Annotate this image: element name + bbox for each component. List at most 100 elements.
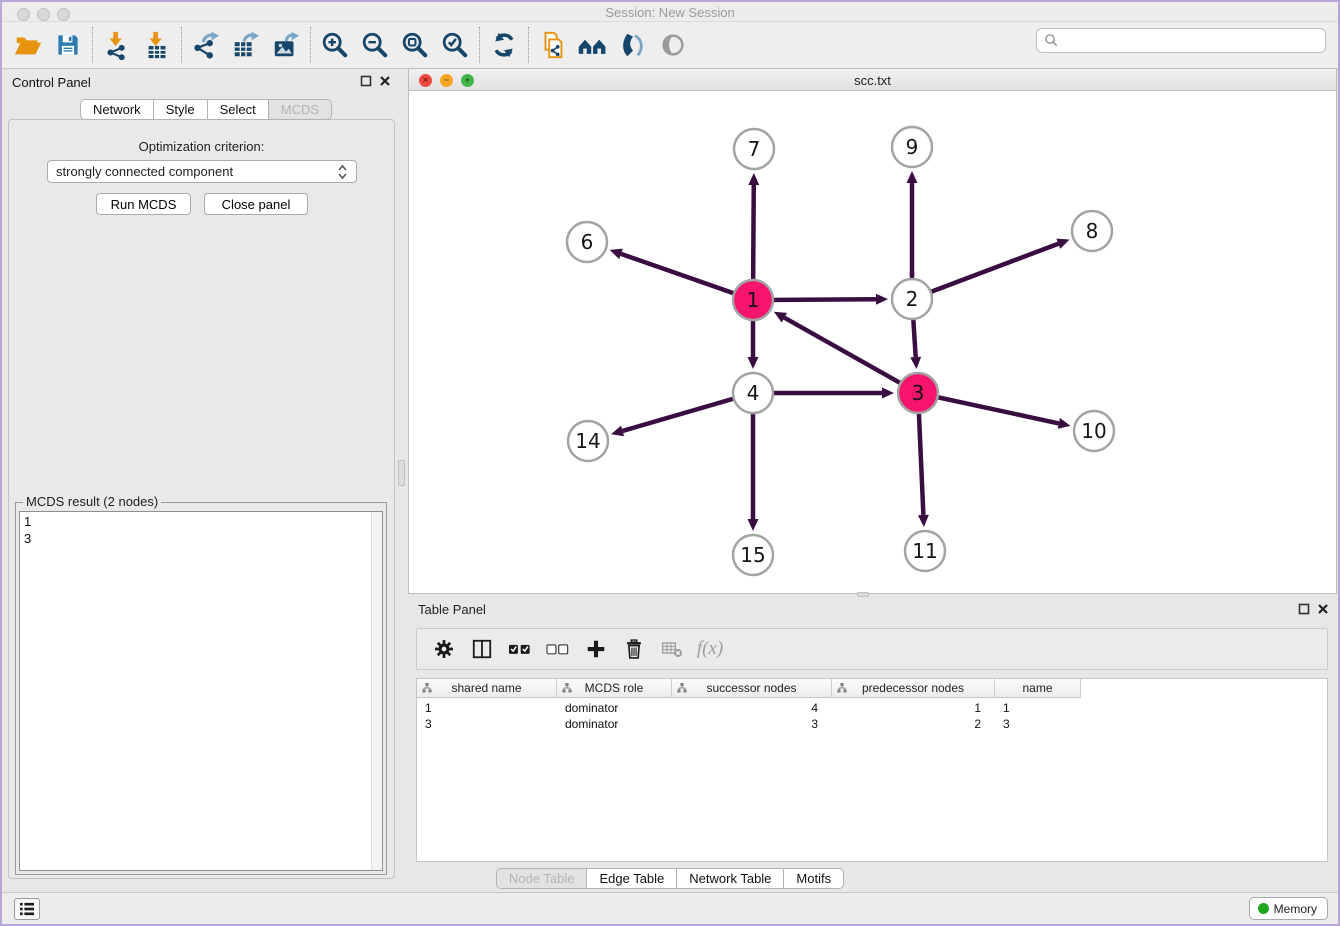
network-view-window: ✕ − + scc.txt 7968124314101511 [408,68,1337,594]
table-cell[interactable]: 3 [995,716,1081,732]
main-toolbar [2,22,1338,69]
toolbar-separator [310,27,311,63]
column-type-icon [422,683,432,693]
tab-motifs[interactable]: Motifs [784,868,844,889]
zoom-fit-icon[interactable] [395,27,435,63]
zoom-selected-icon[interactable] [435,27,475,63]
column-header-name[interactable]: name [995,679,1081,698]
tab-network-table[interactable]: Network Table [677,868,784,889]
toggle-column-pane-icon[interactable] [463,632,501,666]
export-image-icon[interactable] [266,27,306,63]
optimization-criterion-label: Optimization criterion: [8,139,395,154]
tab-style[interactable]: Style [154,99,208,120]
graph-node-label-15: 15 [740,543,765,567]
close-table-panel-icon[interactable] [1317,603,1329,615]
export-table-icon[interactable] [226,27,266,63]
tab-mcds[interactable]: MCDS [269,99,332,120]
clone-network-icon[interactable] [533,27,573,63]
task-history-button[interactable] [14,898,40,920]
criterion-dropdown[interactable]: strongly connected component [47,160,357,183]
table-cell[interactable]: 2 [832,716,995,732]
table-row[interactable]: 3dominator323 [417,716,1081,732]
table-cell[interactable]: 3 [417,716,557,732]
deselect-all-columns-icon[interactable] [539,632,577,666]
create-column-icon[interactable] [577,632,615,666]
graph-node-label-7: 7 [748,137,761,161]
control-panel-header: Control Panel [2,70,402,96]
table-cell[interactable]: dominator [557,716,672,732]
vertical-splitter-handle[interactable] [398,460,405,486]
table-cell[interactable]: 1 [832,700,995,716]
run-mcds-button[interactable]: Run MCDS [96,193,191,215]
dropdown-stepper-icon [337,164,348,180]
graph-edge-arrow [1056,239,1069,249]
table-row[interactable]: 1dominator411 [417,700,1081,716]
graph-edge-arrow [882,388,894,399]
apply-layout-icon[interactable] [484,27,524,63]
import-network-icon[interactable] [97,27,137,63]
toolbar-separator [92,27,93,63]
memory-button[interactable]: Memory [1249,897,1328,920]
column-header-predecessor-nodes[interactable]: predecessor nodes [832,679,995,698]
delete-column-icon[interactable] [615,632,653,666]
table-cell[interactable]: 1 [417,700,557,716]
table-panel-title: Table Panel [418,602,486,617]
graph-node-label-11: 11 [912,539,937,563]
export-network-icon[interactable] [186,27,226,63]
tab-node-table[interactable]: Node Table [496,868,588,889]
table-cell[interactable]: 1 [995,700,1081,716]
graph-node-label-8: 8 [1086,219,1099,243]
table-settings-gear-icon[interactable] [425,632,463,666]
tab-edge-table[interactable]: Edge Table [587,868,677,889]
table-cell[interactable]: 3 [672,716,832,732]
open-session-icon[interactable] [8,27,48,63]
select-all-columns-icon[interactable] [501,632,539,666]
list-icon [19,902,35,916]
network-graph[interactable]: 7968124314101511 [409,91,1336,593]
tab-select[interactable]: Select [208,99,269,120]
float-table-panel-icon[interactable] [1298,603,1310,615]
table-cell[interactable]: dominator [557,700,672,716]
search-field[interactable] [1036,28,1326,53]
tab-network[interactable]: Network [80,99,154,120]
table-panel-tabs: Node TableEdge TableNetwork TableMotifs [496,868,844,889]
memory-label: Memory [1274,902,1317,916]
search-input[interactable] [1064,34,1325,48]
column-header-successor-nodes[interactable]: successor nodes [672,679,832,698]
toolbar-separator [479,27,480,63]
window-title: Session: New Session [2,5,1338,20]
search-icon [1044,33,1059,48]
close-panel-button[interactable]: Close panel [204,193,308,215]
table-panel-tabs-row: Node TableEdge TableNetwork TableMotifs [2,868,1338,889]
graph-node-label-1: 1 [747,288,760,312]
toggle-styles-icon[interactable] [613,27,653,63]
column-type-icon [837,683,847,693]
save-session-icon[interactable] [48,27,88,63]
network-window-titlebar[interactable]: ✕ − + scc.txt [409,69,1336,91]
column-type-icon [677,683,687,693]
graph-edge-3-10[interactable] [918,393,1059,423]
close-panel-icon[interactable] [379,75,391,87]
graph-edge-arrow [918,515,929,527]
table-toolbar: f(x) [416,628,1328,670]
status-bar: Memory [2,892,1338,924]
horizontal-splitter-handle[interactable] [857,592,869,597]
zoom-out-icon[interactable] [355,27,395,63]
mcds-result-area[interactable]: 1 3 [19,511,383,871]
function-builder-icon-disabled: f(x) [691,632,729,666]
mcds-result-text: 1 3 [24,513,31,547]
show-all-networks-icon[interactable] [573,27,613,63]
graph-edge-2-8[interactable] [912,244,1058,299]
title-bar: Session: New Session [2,2,1338,22]
result-scrollbar[interactable] [371,512,382,870]
table-cell[interactable]: 4 [672,700,832,716]
float-panel-icon[interactable] [360,75,372,87]
import-table-icon[interactable] [137,27,177,63]
graph-edge-arrow [611,426,624,437]
zoom-in-icon[interactable] [315,27,355,63]
column-header-MCDS-role[interactable]: MCDS role [557,679,672,698]
column-header-shared-name[interactable]: shared name [417,679,557,698]
toggle-birds-eye-icon[interactable] [653,27,693,63]
criterion-dropdown-value: strongly connected component [56,164,337,179]
graph-edge-3-1[interactable] [784,318,918,393]
